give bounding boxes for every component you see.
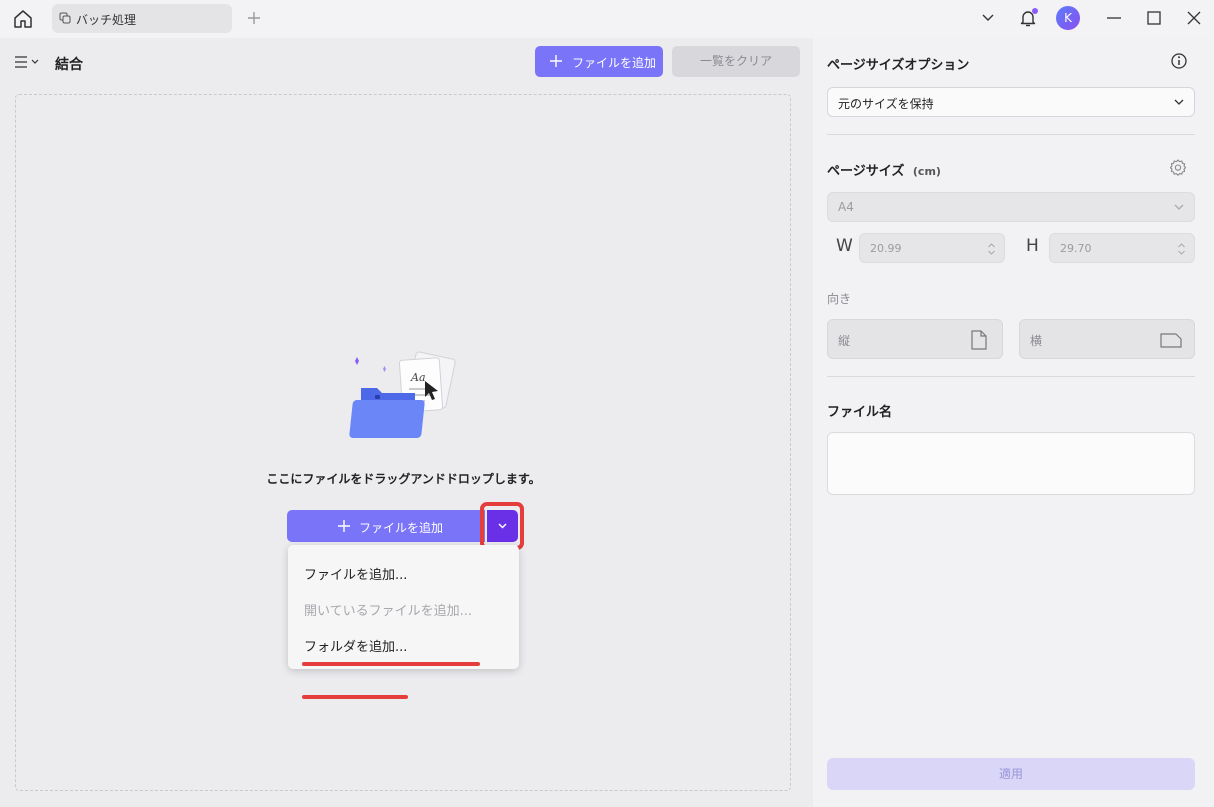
underline-annotation: [302, 695, 408, 699]
stepper-icon: [988, 243, 995, 255]
notification-dot: [1032, 8, 1038, 14]
title-bar: バッチ処理 K: [0, 0, 1214, 38]
add-file-main-label: ファイルを追加: [359, 521, 444, 535]
apply-button[interactable]: 適用: [827, 758, 1195, 790]
file-name-field[interactable]: [827, 432, 1195, 495]
page-size-option-select[interactable]: 元のサイズを保持: [827, 87, 1195, 117]
menu-icon[interactable]: [14, 54, 44, 70]
merge-panel: 結合 ファイルを追加 一覧をクリア Aa ここにファイルをドラッグアンドドロップ…: [0, 38, 807, 807]
chevron-down-icon[interactable]: [979, 9, 997, 27]
highlight-annotation: [480, 502, 524, 550]
home-icon[interactable]: [12, 8, 34, 30]
underline-annotation: [302, 662, 480, 666]
plus-icon: [550, 55, 562, 67]
maximize-icon[interactable]: [1144, 8, 1164, 28]
page-size-option-heading: ページサイズオプション: [827, 58, 970, 73]
close-icon[interactable]: [1184, 8, 1204, 28]
new-tab-icon[interactable]: [244, 8, 264, 28]
gear-icon[interactable]: [1168, 158, 1188, 178]
page-size-unit: (cm): [912, 165, 941, 178]
page-size-option-value: 元のサイズを保持: [838, 97, 934, 111]
portrait-page-icon: [971, 330, 987, 350]
svg-text:Aa: Aa: [410, 371, 426, 384]
tab-label: バッチ処理: [76, 13, 137, 27]
landscape-label: 横: [1030, 334, 1043, 348]
height-field[interactable]: 29.70: [1049, 233, 1195, 263]
avatar[interactable]: K: [1056, 6, 1080, 30]
info-icon[interactable]: [1170, 52, 1188, 70]
chevron-down-icon: [1174, 204, 1184, 210]
divider: [827, 376, 1195, 377]
add-file-main-button[interactable]: ファイルを追加: [287, 510, 485, 542]
plus-icon: [338, 520, 350, 532]
width-field[interactable]: 20.99: [859, 233, 1005, 263]
folder-illustration: Aa: [345, 343, 460, 443]
drop-instruction: ここにファイルをドラッグアンドドロップします。: [266, 472, 541, 486]
clear-list-button[interactable]: 一覧をクリア: [672, 46, 800, 77]
width-value: 20.99: [870, 242, 902, 255]
landscape-page-icon: [1160, 333, 1182, 348]
portrait-label: 縦: [838, 334, 851, 348]
paper-size-select[interactable]: A4: [827, 192, 1195, 222]
menu-item-add-open-files[interactable]: 開いているファイルを追加...: [304, 600, 472, 619]
stepper-icon: [1178, 243, 1185, 255]
menu-item-add-folder[interactable]: フォルダを追加...: [304, 636, 407, 655]
height-label: H: [1026, 236, 1039, 256]
add-file-button-label: ファイルを追加: [572, 56, 657, 70]
batch-icon: [59, 12, 71, 24]
orientation-label: 向き: [827, 292, 852, 306]
height-value: 29.70: [1060, 242, 1092, 255]
landscape-button[interactable]: 横: [1019, 319, 1195, 359]
divider: [827, 134, 1195, 135]
chevron-down-icon: [1174, 99, 1184, 105]
file-name-heading: ファイル名: [827, 405, 893, 420]
portrait-button[interactable]: 縦: [827, 319, 1003, 359]
menu-item-add-file[interactable]: ファイルを追加...: [304, 564, 407, 583]
page-title: 結合: [55, 57, 83, 73]
page-size-heading-text: ページサイズ: [827, 164, 905, 179]
page-size-heading: ページサイズ (cm): [827, 160, 941, 179]
minimize-icon[interactable]: [1104, 8, 1124, 28]
paper-size-value: A4: [838, 200, 854, 214]
options-panel: ページサイズオプション 元のサイズを保持 ページサイズ (cm) A4 W 20…: [813, 38, 1214, 807]
width-label: W: [836, 236, 853, 256]
add-file-button[interactable]: ファイルを追加: [535, 46, 663, 77]
add-options-menu: ファイルを追加... 開いているファイルを追加... フォルダを追加...: [288, 545, 519, 669]
tab-batch[interactable]: バッチ処理: [52, 4, 232, 33]
